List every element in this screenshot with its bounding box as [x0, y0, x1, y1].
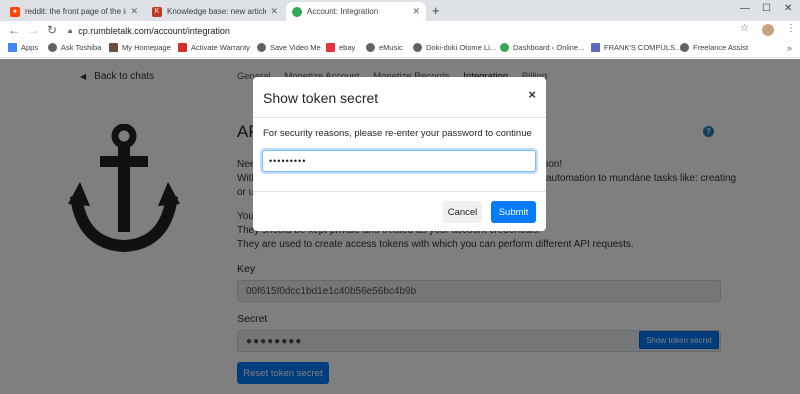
cancel-button[interactable]: Cancel — [443, 201, 482, 223]
bookmark-label: ebay — [339, 43, 356, 52]
bookmark-label: Activate Warranty — [191, 43, 250, 52]
bookmark-ask-toshiba[interactable]: Ask Toshiba — [48, 43, 101, 52]
bookmarks-bar: Apps Ask Toshiba My Homepage Activate Wa… — [0, 41, 800, 58]
bookmark-save-video-me[interactable]: Save Video Me — [257, 43, 321, 52]
password-input[interactable]: ••••••••• — [262, 150, 536, 172]
knowledge-base-icon: K — [152, 6, 162, 17]
bookmark-label: Freelance Assist — [693, 43, 749, 52]
address-bar[interactable]: 🔒︎ cp.rumbletalk.com/account/integration — [68, 23, 748, 39]
bookmark-doki-doki[interactable]: Doki-doki Otome Li... — [413, 43, 496, 52]
bookmark-freelance-assist[interactable]: Freelance Assist — [680, 43, 748, 52]
bookmark-star-icon[interactable]: ☆ — [740, 23, 749, 34]
browser-toolbar: ← → ↻ 🔒︎ cp.rumbletalk.com/account/integ… — [0, 21, 800, 41]
new-tab-icon[interactable]: + — [432, 3, 440, 18]
tab-title: Account: Integration — [307, 7, 379, 16]
toshiba-icon — [178, 43, 187, 52]
bookmark-icon — [591, 43, 600, 52]
bookmark-label: Save Video Me — [270, 43, 321, 52]
tab-title: reddit: the front page of the inte — [25, 7, 127, 16]
modal-message: For security reasons, please re-enter yo… — [263, 128, 532, 139]
browser-tab-reddit[interactable]: ● reddit: the front page of the inte ✕ — [4, 2, 144, 21]
browser-tab-account-integration[interactable]: Account: Integration ✕ — [286, 2, 426, 21]
bookmark-label: Ask Toshiba — [61, 43, 102, 52]
divider — [253, 117, 546, 118]
close-icon[interactable]: × — [528, 87, 536, 102]
forward-arrow-icon[interactable]: → — [27, 23, 39, 37]
page-icon — [109, 43, 118, 52]
bookmark-emusic[interactable]: eMusic — [366, 43, 403, 52]
lock-icon: 🔒︎ — [68, 26, 73, 35]
close-window-icon[interactable]: ✕ — [784, 3, 792, 14]
maximize-icon[interactable]: ☐ — [762, 3, 771, 14]
apps-grid-icon — [8, 43, 17, 52]
globe-icon — [257, 43, 266, 52]
more-bookmarks-icon[interactable]: » — [787, 43, 792, 53]
bookmark-ebay[interactable]: ebay — [326, 43, 355, 52]
close-tab-icon[interactable]: ✕ — [270, 6, 278, 17]
globe-icon — [413, 43, 422, 52]
chat-bubble-icon — [500, 43, 509, 52]
bookmark-activate-warranty[interactable]: Activate Warranty — [178, 43, 250, 52]
bookmark-label: My Homepage — [122, 43, 171, 52]
modal-title: Show token secret — [263, 90, 379, 106]
bookmark-dashboard-online[interactable]: Dashboard ‹ Online... — [500, 43, 584, 52]
ebay-icon — [326, 43, 335, 52]
tab-title: Knowledge base: new article diffi — [167, 7, 266, 16]
menu-dots-icon[interactable]: ⋮ — [786, 23, 796, 34]
bookmark-label: Apps — [21, 43, 39, 52]
bookmark-label: Doki-doki Otome Li... — [426, 43, 497, 52]
bookmark-apps[interactable]: Apps — [8, 43, 38, 52]
reload-icon[interactable]: ↻ — [47, 23, 57, 37]
divider — [253, 191, 546, 192]
bookmark-label: FRANK'S COMPULS... — [604, 43, 682, 52]
chat-bubble-icon — [292, 6, 302, 17]
show-token-secret-modal: Show token secret × For security reasons… — [253, 77, 546, 231]
submit-button[interactable]: Submit — [491, 201, 536, 223]
url-text: cp.rumbletalk.com/account/integration — [78, 26, 230, 36]
bookmark-label: eMusic — [379, 43, 403, 52]
bookmark-label: Dashboard ‹ Online... — [513, 43, 585, 52]
profile-avatar[interactable] — [762, 24, 774, 36]
globe-icon — [366, 43, 375, 52]
bookmark-franks-compuls[interactable]: FRANK'S COMPULS... — [591, 43, 681, 52]
browser-tab-strip: ● reddit: the front page of the inte ✕ K… — [0, 0, 800, 21]
minimize-icon[interactable]: — — [740, 3, 750, 14]
globe-icon — [48, 43, 57, 52]
back-arrow-icon[interactable]: ← — [8, 23, 20, 37]
close-tab-icon[interactable]: ✕ — [412, 6, 420, 17]
reddit-icon: ● — [10, 6, 20, 17]
globe-icon — [680, 43, 689, 52]
browser-tab-knowledge-base[interactable]: K Knowledge base: new article diffi ✕ — [146, 2, 284, 21]
close-tab-icon[interactable]: ✕ — [130, 6, 138, 17]
bookmark-my-homepage[interactable]: My Homepage — [109, 43, 171, 52]
